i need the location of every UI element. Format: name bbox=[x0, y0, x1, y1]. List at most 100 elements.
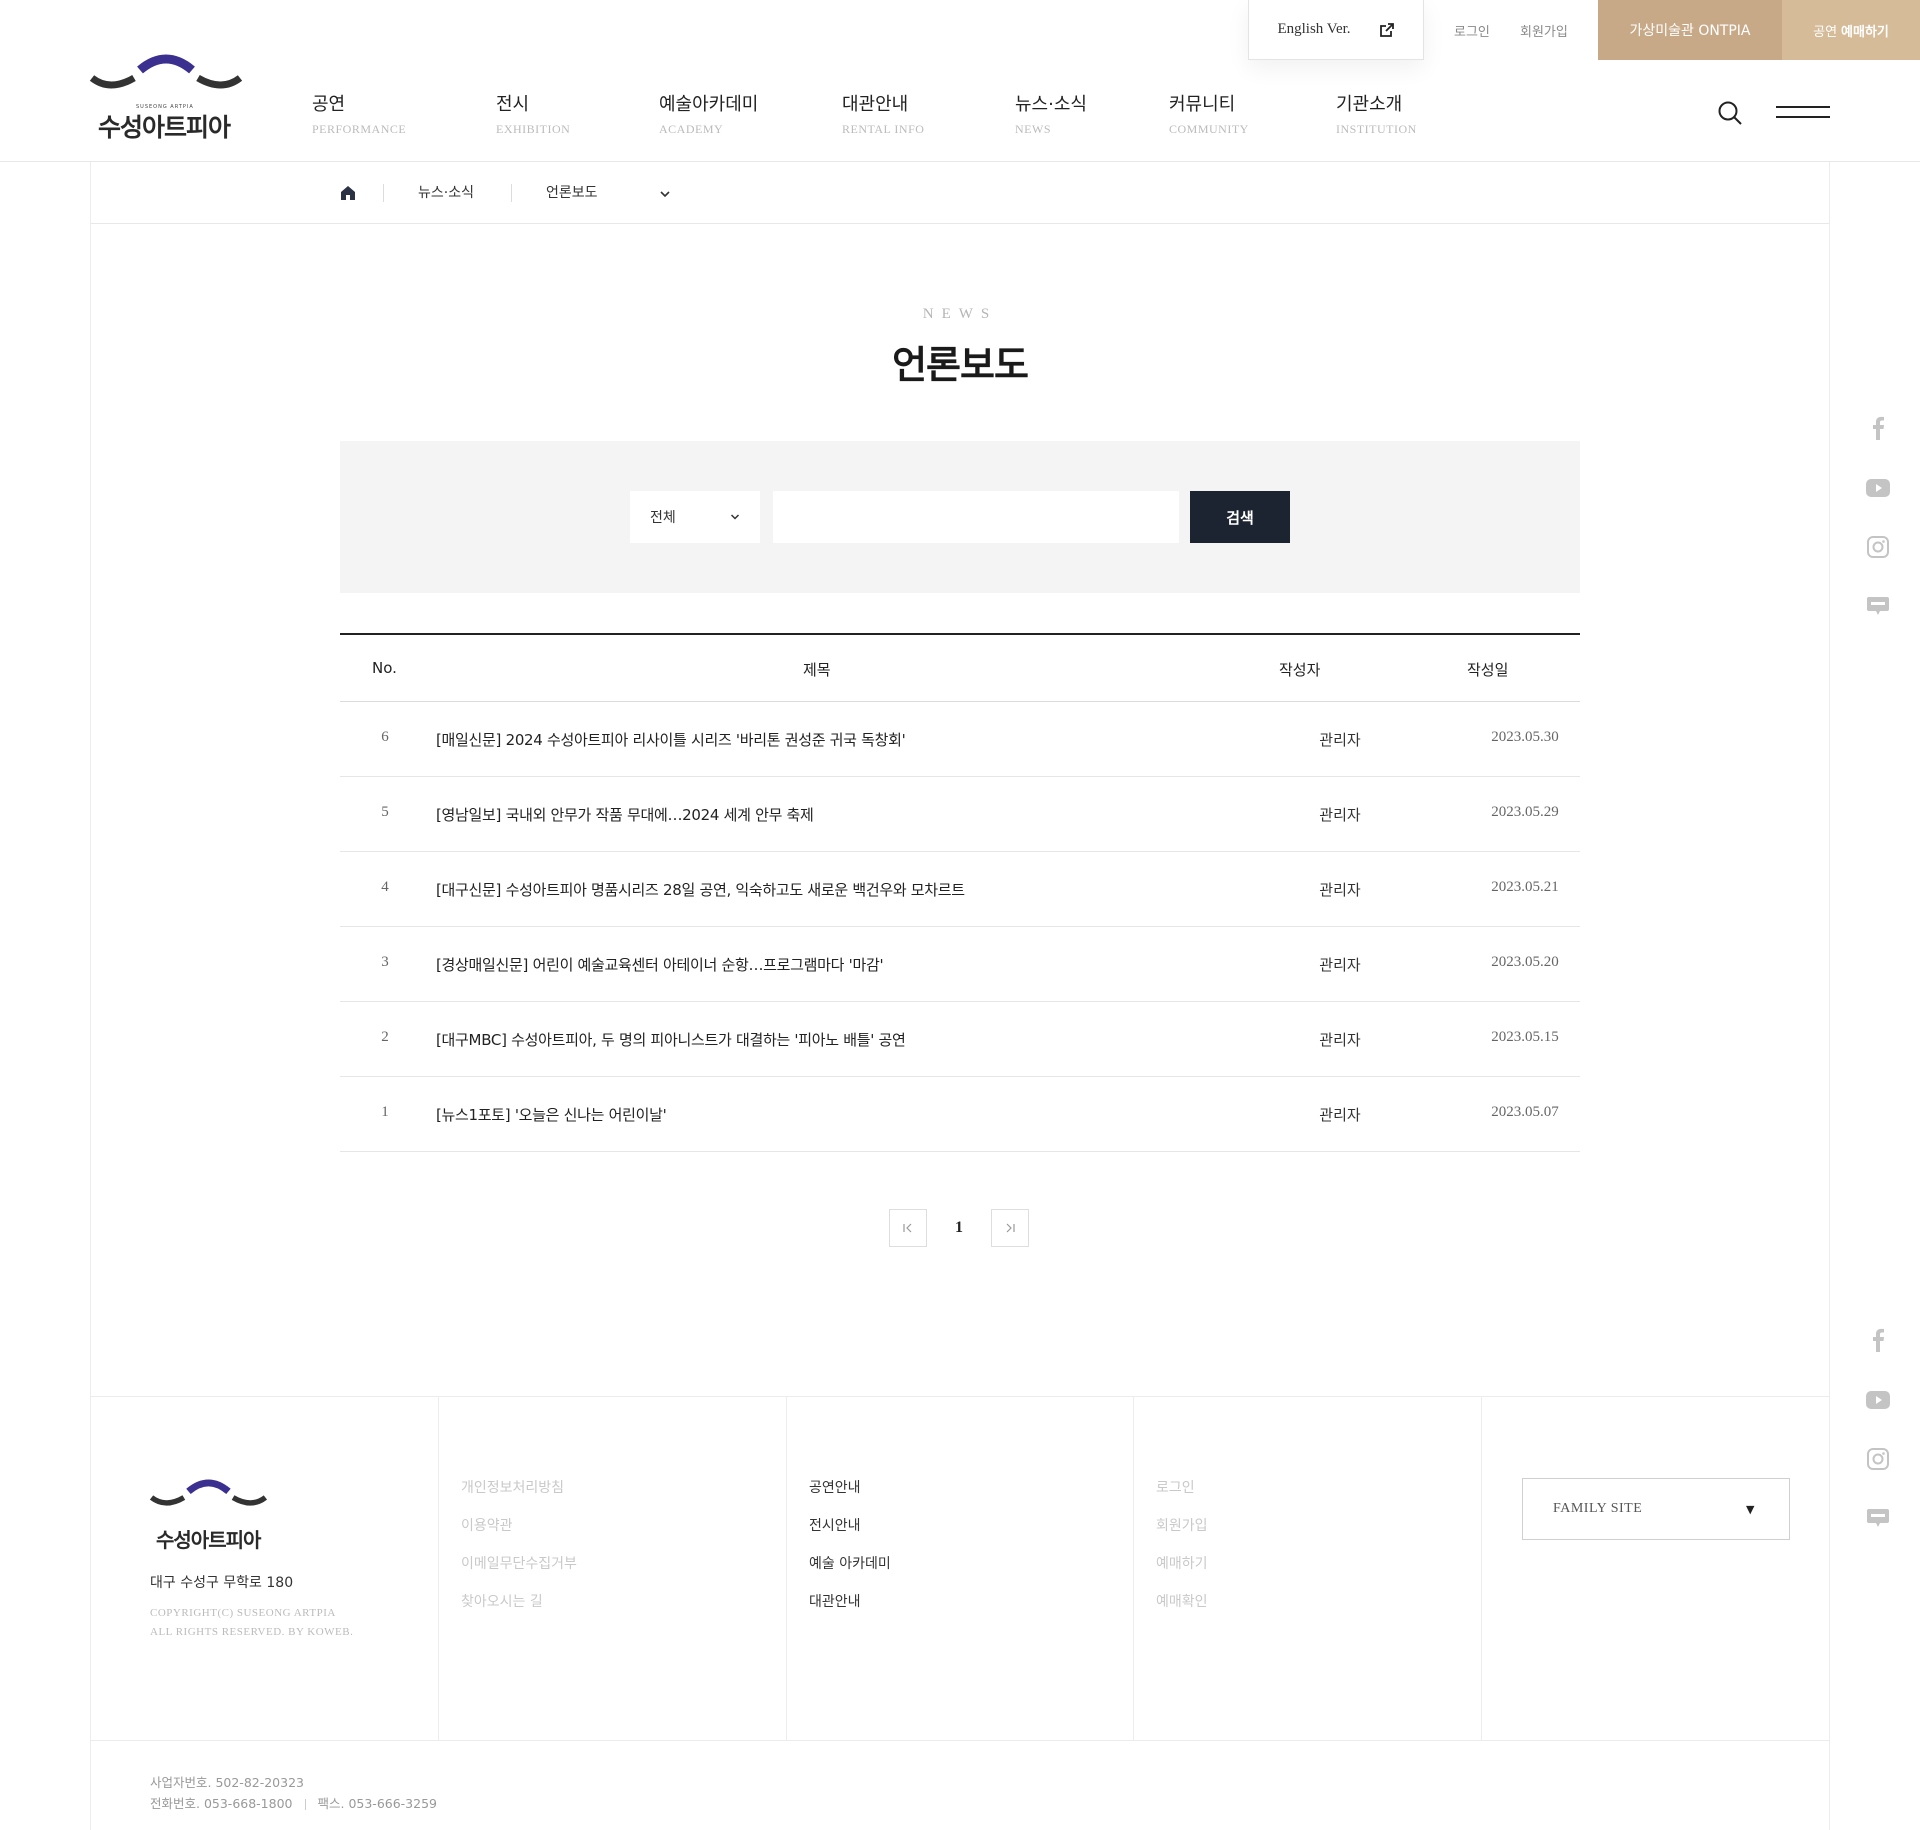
footer-link[interactable]: 이메일무단수집거부 bbox=[461, 1554, 577, 1592]
footer-link[interactable]: 예매확인 bbox=[1156, 1592, 1208, 1630]
business-number: 사업자번호. 502-82-20323 bbox=[150, 1775, 304, 1790]
blog-icon bbox=[1867, 597, 1889, 615]
row-author: 관리자 bbox=[1319, 1031, 1361, 1049]
nav-item-rental[interactable]: 대관안내 RENTAL INFO bbox=[842, 90, 924, 137]
search-input[interactable] bbox=[773, 491, 1179, 543]
nav-sublabel: COMMUNITY bbox=[1169, 122, 1249, 136]
footer-link[interactable]: 공연안내 bbox=[809, 1478, 891, 1516]
facebook-icon bbox=[1873, 1328, 1884, 1352]
row-date: 2023.05.20 bbox=[1491, 954, 1559, 970]
footer-links-policy: 개인정보처리방침 이용약관 이메일무단수집거부 찾아오시는 길 bbox=[461, 1478, 577, 1630]
frame-line-right bbox=[1829, 162, 1830, 1830]
phone-number: 전화번호. 053-668-1800 bbox=[150, 1796, 293, 1811]
facebook-link[interactable] bbox=[1864, 1326, 1892, 1354]
nav-item-exhibition[interactable]: 전시 EXHIBITION bbox=[496, 90, 570, 137]
page-title: 언론보도 bbox=[892, 343, 1029, 387]
copyright-line: COPYRIGHT(C) SUSEONG ARTPIA bbox=[150, 1607, 336, 1619]
nav-label: 전시 bbox=[496, 94, 530, 115]
chevron-down-icon bbox=[730, 514, 740, 520]
family-site-label: FAMILY SITE bbox=[1553, 1501, 1643, 1516]
row-number: 1 bbox=[381, 1104, 389, 1120]
row-subject-link[interactable]: [대구신문] 수성아트피아 명품시리즈 28일 공연, 익숙하고도 새로운 백건… bbox=[436, 879, 965, 900]
hamburger-menu-icon[interactable] bbox=[1776, 104, 1830, 120]
page-eyebrow: NEWS bbox=[922, 306, 998, 322]
ontpia-label: 가상미술관 ONTPIA bbox=[1629, 23, 1751, 39]
row-author: 관리자 bbox=[1319, 806, 1361, 824]
last-page-button[interactable] bbox=[991, 1209, 1029, 1247]
search-button[interactable]: 검색 bbox=[1190, 491, 1290, 543]
footer-business-info: 사업자번호. 502-82-20323 전화번호. 053-668-1800 팩스… bbox=[150, 1772, 437, 1814]
footer-link[interactable]: 대관안내 bbox=[809, 1592, 891, 1630]
footer-divider bbox=[786, 1397, 787, 1741]
signup-link[interactable]: 회원가입 bbox=[1520, 0, 1568, 60]
nav-sublabel: PERFORMANCE bbox=[312, 122, 407, 136]
table-row[interactable]: 3 [경상매일신문] 어린이 예술교육센터 아테이너 순항…프로그램마다 '마감… bbox=[340, 927, 1580, 1002]
copyright-line: ALL RIGHTS RESERVED. BY KOWEB. bbox=[150, 1626, 354, 1638]
nav-item-news[interactable]: 뉴스·소식 NEWS bbox=[1015, 90, 1087, 137]
search-icon[interactable] bbox=[1716, 99, 1744, 127]
ontpia-button[interactable]: 가상미술관 ONTPIA bbox=[1598, 0, 1782, 60]
header-author: 작성자 bbox=[1279, 661, 1321, 679]
footer-link[interactable]: 개인정보처리방침 bbox=[461, 1478, 577, 1516]
nav-item-academy[interactable]: 예술아카데미 ACADEMY bbox=[659, 90, 758, 137]
nav-sublabel: ACADEMY bbox=[659, 122, 724, 136]
row-date: 2023.05.29 bbox=[1491, 804, 1559, 820]
footer-link[interactable]: 예매하기 bbox=[1156, 1554, 1208, 1592]
nav-item-community[interactable]: 커뮤니티 COMMUNITY bbox=[1169, 90, 1249, 137]
search-category-select[interactable]: 전체 bbox=[630, 491, 760, 543]
nav-label: 커뮤니티 bbox=[1169, 94, 1236, 115]
youtube-link[interactable] bbox=[1864, 1386, 1892, 1414]
row-date: 2023.05.07 bbox=[1491, 1104, 1559, 1120]
page-number-current[interactable]: 1 bbox=[927, 1219, 991, 1237]
nav-label: 예술아카데미 bbox=[659, 94, 759, 115]
footer-link[interactable]: 로그인 bbox=[1156, 1478, 1208, 1516]
row-date: 2023.05.30 bbox=[1491, 729, 1559, 745]
nav-label: 뉴스·소식 bbox=[1015, 94, 1087, 115]
table-row[interactable]: 5 [영남일보] 국내외 안무가 작품 무대에…2024 세계 안무 축제 관리… bbox=[340, 777, 1580, 852]
youtube-link[interactable] bbox=[1864, 474, 1892, 502]
row-subject-link[interactable]: [경상매일신문] 어린이 예술교육센터 아테이너 순항…프로그램마다 '마감' bbox=[436, 954, 884, 975]
footer bbox=[91, 1396, 1829, 1741]
nav-label: 공연 bbox=[312, 94, 346, 115]
table-row[interactable]: 2 [대구MBC] 수성아트피아, 두 명의 피아니스트가 대결하는 '피아노 … bbox=[340, 1002, 1580, 1077]
footer-link[interactable]: 예술 아카데미 bbox=[809, 1554, 891, 1592]
ticket-button[interactable]: 공연 예매하기 bbox=[1782, 0, 1920, 60]
table-row[interactable]: 4 [대구신문] 수성아트피아 명품시리즈 28일 공연, 익숙하고도 새로운 … bbox=[340, 852, 1580, 927]
nav-item-institution[interactable]: 기관소개 INSTITUTION bbox=[1336, 90, 1417, 137]
instagram-link[interactable] bbox=[1864, 1445, 1892, 1473]
row-subject-link[interactable]: [매일신문] 2024 수성아트피아 리사이틀 시리즈 '바리톤 권성준 귀국 … bbox=[436, 729, 906, 750]
row-subject-link[interactable]: [영남일보] 국내외 안무가 작품 무대에…2024 세계 안무 축제 bbox=[436, 804, 814, 825]
nav-item-performance[interactable]: 공연 PERFORMANCE bbox=[312, 90, 406, 137]
nav-sublabel: INSTITUTION bbox=[1336, 122, 1417, 136]
english-version-link[interactable]: English Ver. bbox=[1248, 0, 1424, 60]
table-row[interactable]: 6 [매일신문] 2024 수성아트피아 리사이틀 시리즈 '바리톤 권성준 귀… bbox=[340, 702, 1580, 777]
row-subject-link[interactable]: [대구MBC] 수성아트피아, 두 명의 피아니스트가 대결하는 '피아노 배틀… bbox=[436, 1029, 906, 1050]
footer-link[interactable]: 찾아오시는 길 bbox=[461, 1592, 577, 1630]
first-page-button[interactable] bbox=[889, 1209, 927, 1247]
breadcrumb-separator bbox=[511, 184, 512, 202]
footer-link[interactable]: 이용약관 bbox=[461, 1516, 577, 1554]
breadcrumb-separator bbox=[383, 184, 384, 202]
footer-link[interactable]: 전시안내 bbox=[809, 1516, 891, 1554]
row-author: 관리자 bbox=[1319, 881, 1361, 899]
row-author: 관리자 bbox=[1319, 731, 1361, 749]
login-link[interactable]: 로그인 bbox=[1454, 0, 1490, 60]
table-row[interactable]: 1 [뉴스1포토] '오늘은 신나는 어린이날' 관리자 2023.05.07 bbox=[340, 1077, 1580, 1152]
family-site-select[interactable]: FAMILY SITE ▼ bbox=[1522, 1478, 1790, 1540]
footer-divider bbox=[1481, 1397, 1482, 1741]
home-icon[interactable] bbox=[339, 184, 357, 202]
instagram-icon bbox=[1867, 1448, 1889, 1470]
footer-link[interactable]: 회원가입 bbox=[1156, 1516, 1208, 1554]
facebook-link[interactable] bbox=[1864, 414, 1892, 442]
instagram-link[interactable] bbox=[1864, 533, 1892, 561]
external-link-icon bbox=[1379, 22, 1394, 37]
breadcrumb-level2[interactable]: 언론보도 bbox=[546, 182, 598, 202]
breadcrumb-level1[interactable]: 뉴스·소식 bbox=[418, 182, 474, 202]
chevron-down-icon[interactable] bbox=[659, 188, 671, 200]
blog-link[interactable] bbox=[1864, 592, 1892, 620]
blog-link[interactable] bbox=[1864, 1504, 1892, 1532]
site-logo[interactable]: SUSEONG ARTPIA 수성아트피아 bbox=[88, 50, 248, 142]
breadcrumb: 뉴스·소식 언론보도 bbox=[91, 162, 1829, 224]
row-subject-link[interactable]: [뉴스1포토] '오늘은 신나는 어린이날' bbox=[436, 1104, 667, 1125]
table-header: No. 제목 작성자 작성일 bbox=[340, 635, 1580, 702]
